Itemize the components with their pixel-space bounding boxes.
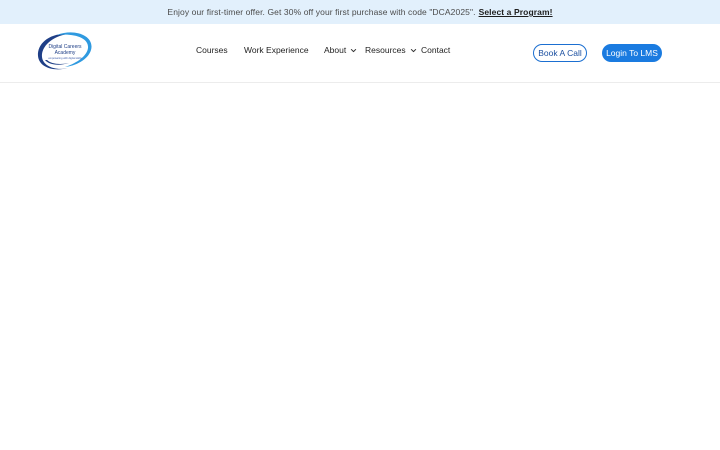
site-header: Digital Careers Academy empowering with … [0,24,720,83]
nav-item-label: Resources [365,45,406,55]
main-content-area [0,83,720,450]
book-a-call-button[interactable]: Book A Call [533,44,587,62]
nav-item-courses[interactable]: Courses [196,45,228,55]
chevron-down-icon [410,48,416,52]
nav-item-label: Work Experience [244,45,309,55]
nav-item-label: Contact [421,45,451,55]
nav-item-contact[interactable]: Contact [421,45,450,55]
promo-text: Enjoy our first-timer offer. Get 30% off… [167,7,476,17]
logo-tagline: empowering with digital skills [48,57,82,60]
logo-title-line2: Academy [54,49,76,56]
site-logo[interactable]: Digital Careers Academy empowering with … [35,30,95,72]
nav-item-resources[interactable]: Resources [365,45,417,55]
nav-item-label: About [324,45,347,55]
login-to-lms-button[interactable]: Login To LMS [602,44,662,62]
chevron-down-icon [351,48,357,52]
nav-item-label: Courses [196,45,228,55]
nav-item-work-experience[interactable]: Work Experience [244,45,309,55]
select-program-link[interactable]: Select a Program! [479,7,553,17]
nav-item-about[interactable]: About [324,45,357,55]
promo-bar: Enjoy our first-timer offer. Get 30% off… [0,0,720,24]
